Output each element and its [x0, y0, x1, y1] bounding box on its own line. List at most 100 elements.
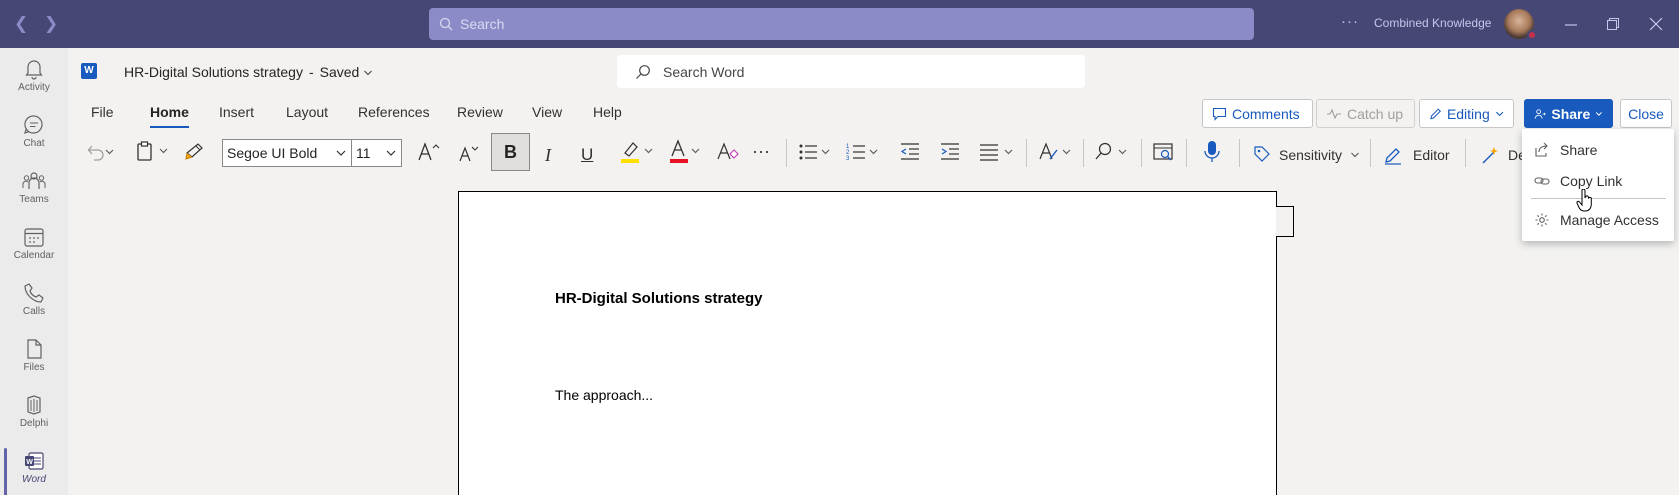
- tab-layout[interactable]: Layout: [286, 104, 328, 120]
- paste-icon[interactable]: [135, 141, 171, 161]
- rail-label: Calendar: [13, 250, 55, 261]
- highlight-color-icon[interactable]: [619, 139, 655, 165]
- format-painter-icon[interactable]: [184, 141, 206, 161]
- hand-cursor-icon: [1576, 189, 1592, 212]
- comments-label: Comments: [1232, 105, 1300, 122]
- chat-icon: [23, 115, 43, 134]
- back-arrow-icon[interactable]: ❮: [14, 14, 28, 34]
- sensitivity-button[interactable]: Sensitivity: [1253, 142, 1360, 168]
- sensitivity-label: Sensitivity: [1279, 147, 1343, 163]
- menu-item-share[interactable]: Share: [1522, 135, 1674, 165]
- page-side-marker: [1276, 206, 1294, 237]
- ribbon-divider: [1465, 139, 1466, 167]
- editing-mode-button[interactable]: Editing: [1419, 99, 1514, 128]
- increase-indent-icon[interactable]: [939, 141, 961, 163]
- word-app-icon: W: [81, 63, 97, 79]
- search-word-placeholder: Search Word: [663, 63, 745, 80]
- undo-icon[interactable]: [86, 143, 116, 161]
- ribbon-divider: [1083, 139, 1084, 167]
- save-status: Saved: [319, 64, 360, 80]
- more-options-icon[interactable]: ···: [1341, 13, 1359, 30]
- tab-file[interactable]: File: [91, 104, 114, 120]
- activity-pulse-icon: [1327, 108, 1341, 119]
- rail-item-chat[interactable]: Chat: [0, 110, 68, 166]
- font-color-icon[interactable]: [668, 139, 704, 165]
- rail-label: Calls: [22, 306, 46, 317]
- rail-item-activity[interactable]: Activity: [0, 54, 68, 110]
- document-heading[interactable]: HR-Digital Solutions strategy: [555, 290, 763, 307]
- link-icon: [1534, 177, 1550, 185]
- chevron-down-icon: [364, 70, 373, 76]
- clear-formatting-icon[interactable]: [716, 141, 740, 163]
- tab-insert[interactable]: Insert: [219, 104, 254, 120]
- tab-help[interactable]: Help: [593, 104, 622, 120]
- close-document-button[interactable]: Close: [1620, 99, 1672, 128]
- calendar-icon: [24, 228, 44, 247]
- font-family-value: Segoe UI Bold: [227, 145, 318, 161]
- align-paragraph-icon[interactable]: [978, 141, 1016, 163]
- rail-item-calls[interactable]: Calls: [0, 278, 68, 334]
- file-icon: [27, 339, 42, 359]
- menu-divider: [1531, 198, 1666, 199]
- menu-item-copy-link[interactable]: Copy Link: [1522, 166, 1674, 196]
- share-button[interactable]: Share: [1524, 99, 1613, 128]
- document-title[interactable]: HR-Digital Solutions strategy - Saved: [124, 64, 373, 80]
- doc-name: HR-Digital Solutions strategy: [124, 64, 303, 80]
- menu-item-manage-access[interactable]: Manage Access: [1522, 205, 1674, 235]
- numbering-icon[interactable]: 123: [845, 141, 881, 163]
- bold-button[interactable]: B: [491, 133, 530, 171]
- rail-label: Word: [22, 474, 46, 485]
- find-icon[interactable]: [1094, 141, 1132, 163]
- italic-button[interactable]: I: [545, 142, 551, 168]
- app-rail: Activity Chat Teams Calendar Calls Files…: [0, 48, 68, 495]
- grow-font-icon[interactable]: [417, 141, 441, 163]
- search-word-input[interactable]: Search Word: [617, 55, 1085, 88]
- document-page[interactable]: [458, 191, 1277, 495]
- forward-arrow-icon[interactable]: ❯: [44, 14, 58, 34]
- rail-item-delphi[interactable]: Delphi: [0, 390, 68, 446]
- org-name[interactable]: Combined Knowledge: [1374, 16, 1491, 30]
- underline-button[interactable]: U: [581, 142, 593, 168]
- font-size-value: 11: [356, 145, 371, 161]
- minimize-icon[interactable]: [1564, 18, 1578, 32]
- comments-button[interactable]: Comments: [1202, 99, 1313, 128]
- reuse-files-icon[interactable]: [1152, 141, 1176, 163]
- bullets-icon[interactable]: [797, 141, 833, 163]
- designer-button[interactable]: De: [1481, 142, 1526, 168]
- rail-item-word[interactable]: W Word: [0, 446, 68, 495]
- catch-up-label: Catch up: [1347, 105, 1404, 122]
- shrink-font-icon[interactable]: [458, 143, 480, 163]
- presence-status-icon: [1527, 30, 1537, 40]
- delphi-icon: [27, 395, 41, 415]
- rail-item-teams[interactable]: Teams: [0, 166, 68, 222]
- restore-icon[interactable]: [1606, 17, 1620, 31]
- close-window-icon[interactable]: [1649, 17, 1663, 31]
- font-family-select[interactable]: Segoe UI Bold: [222, 139, 352, 167]
- search-placeholder: Search: [460, 16, 505, 32]
- title-separator: -: [308, 64, 314, 80]
- teams-search-input[interactable]: Search: [429, 8, 1254, 40]
- ribbon-divider: [1370, 139, 1371, 167]
- rail-item-calendar[interactable]: Calendar: [0, 222, 68, 278]
- tab-references[interactable]: References: [358, 104, 430, 120]
- share-arrow-icon: [1535, 142, 1548, 157]
- tab-view[interactable]: View: [532, 104, 562, 120]
- dictate-microphone-icon[interactable]: [1203, 140, 1221, 164]
- more-font-options-icon[interactable]: ···: [752, 138, 770, 164]
- rail-item-files[interactable]: Files: [0, 334, 68, 390]
- decrease-indent-icon[interactable]: [899, 141, 921, 163]
- styles-icon[interactable]: [1037, 141, 1075, 163]
- tab-review[interactable]: Review: [457, 104, 503, 120]
- rail-label: Chat: [23, 138, 45, 149]
- tab-home[interactable]: Home: [150, 104, 189, 128]
- document-body-text[interactable]: The approach...: [555, 387, 653, 403]
- ribbon-divider: [786, 139, 787, 167]
- chevron-down-icon: [1495, 111, 1504, 116]
- sensitivity-tag-icon: [1254, 146, 1270, 162]
- svg-text:3: 3: [846, 156, 850, 162]
- catch-up-button[interactable]: Catch up: [1316, 99, 1415, 128]
- editor-button[interactable]: Editor: [1383, 142, 1450, 168]
- font-size-select[interactable]: 11: [351, 139, 402, 167]
- word-icon: W: [25, 452, 44, 470]
- rail-label: Delphi: [19, 418, 49, 429]
